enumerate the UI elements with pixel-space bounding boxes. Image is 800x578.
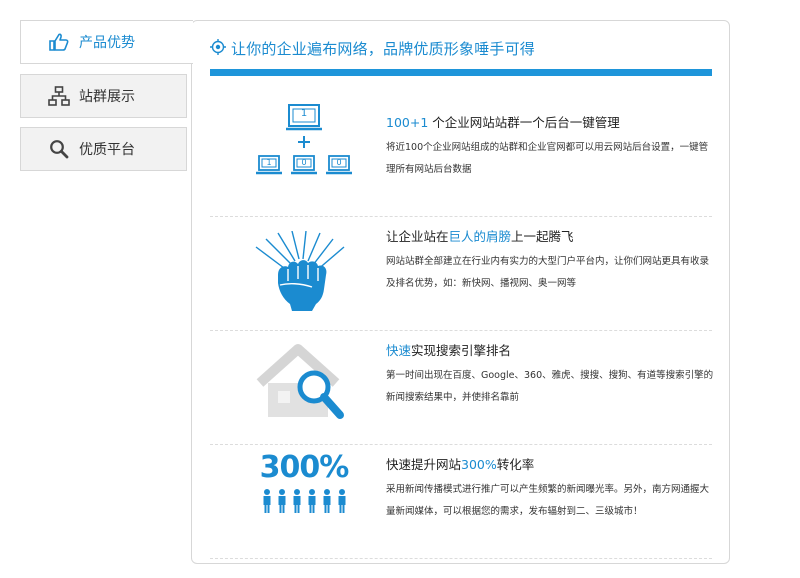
fist-illustration <box>248 230 358 331</box>
percent-people-illustration: 300% <box>248 451 358 551</box>
thumbs-up-icon <box>48 32 70 52</box>
tab-site-cluster[interactable]: 站群展示 <box>20 74 187 118</box>
feature-item: 让企业站在巨人的肩膀上一起腾飞 网站站群全部建立在行业内有实力的大型门户平台内，… <box>210 217 712 331</box>
feature-description: 采用新闻传播模式进行推广可以产生频繁的新闻曝光率。另外，南方网通握大量新闻媒体，… <box>386 484 710 517</box>
search-house-illustration <box>248 335 358 435</box>
monitors-illustration: 1 1 0 0 <box>248 103 358 203</box>
feature-text: 让企业站在巨人的肩膀上一起腾飞 网站站群全部建立在行业内有实力的大型门户平台内，… <box>386 228 716 295</box>
feature-item: 1 1 0 0 100+1 个企业网站站群一个后台一键管理 将近100个企业网站… <box>210 103 712 217</box>
sitemap-icon <box>48 86 70 106</box>
feature-item: 快速实现搜索引擎排名 第一时间出现在百度、Google、360、雅虎、搜搜、搜狗… <box>210 331 713 445</box>
feature-description: 将近100个企业网站组成的站群和企业官网都可以用云网站后台设置，一键管理所有网站… <box>386 142 709 175</box>
tab-product-advantages[interactable]: 产品优势 <box>20 20 193 64</box>
search-icon <box>48 139 70 159</box>
feature-title: 快速实现搜索引擎排名 <box>386 343 512 358</box>
feature-text: 快速实现搜索引擎排名 第一时间出现在百度、Google、360、雅虎、搜搜、搜狗… <box>386 342 716 409</box>
panel-title: 让你的企业遍布网络，品牌优质形象唾手可得 <box>231 40 536 58</box>
monitor-label: 0 <box>336 158 342 167</box>
feature-title: 快速提升网站300%转化率 <box>386 457 535 472</box>
monitor-label-top: 1 <box>300 108 308 119</box>
feature-title: 让企业站在巨人的肩膀上一起腾飞 <box>386 229 574 244</box>
target-icon <box>210 38 226 59</box>
feature-text: 100+1 个企业网站站群一个后台一键管理 将近100个企业网站组成的站群和企业… <box>386 114 716 181</box>
feature-title: 100+1 个企业网站站群一个后台一键管理 <box>386 115 620 130</box>
content-panel: 让你的企业遍布网络，品牌优质形象唾手可得 1 1 0 0 100+1 个企业网站… <box>191 20 730 564</box>
feature-item: 300% 快速提升网站300%转化率 采用新闻传播模式进行推广可以产生频繁的新闻… <box>210 445 712 559</box>
feature-description: 网站站群全部建立在行业内有实力的大型门户平台内，让你们网站更具有收录及排名优势，… <box>386 256 710 289</box>
monitor-label: 0 <box>301 158 307 167</box>
monitor-label: 1 <box>266 158 272 167</box>
tab-label: 产品优势 <box>79 35 135 51</box>
feature-text: 快速提升网站300%转化率 采用新闻传播模式进行推广可以产生频繁的新闻曝光率。另… <box>386 456 716 523</box>
tab-quality-platform[interactable]: 优质平台 <box>20 127 187 171</box>
tab-label: 优质平台 <box>79 142 135 158</box>
feature-description: 第一时间出现在百度、Google、360、雅虎、搜搜、搜狗、有道等搜索引擎的新闻… <box>386 370 714 403</box>
tab-label: 站群展示 <box>79 89 135 105</box>
title-underline-bar <box>210 69 712 76</box>
panel-header: 让你的企业遍布网络，品牌优质形象唾手可得 <box>210 38 535 59</box>
